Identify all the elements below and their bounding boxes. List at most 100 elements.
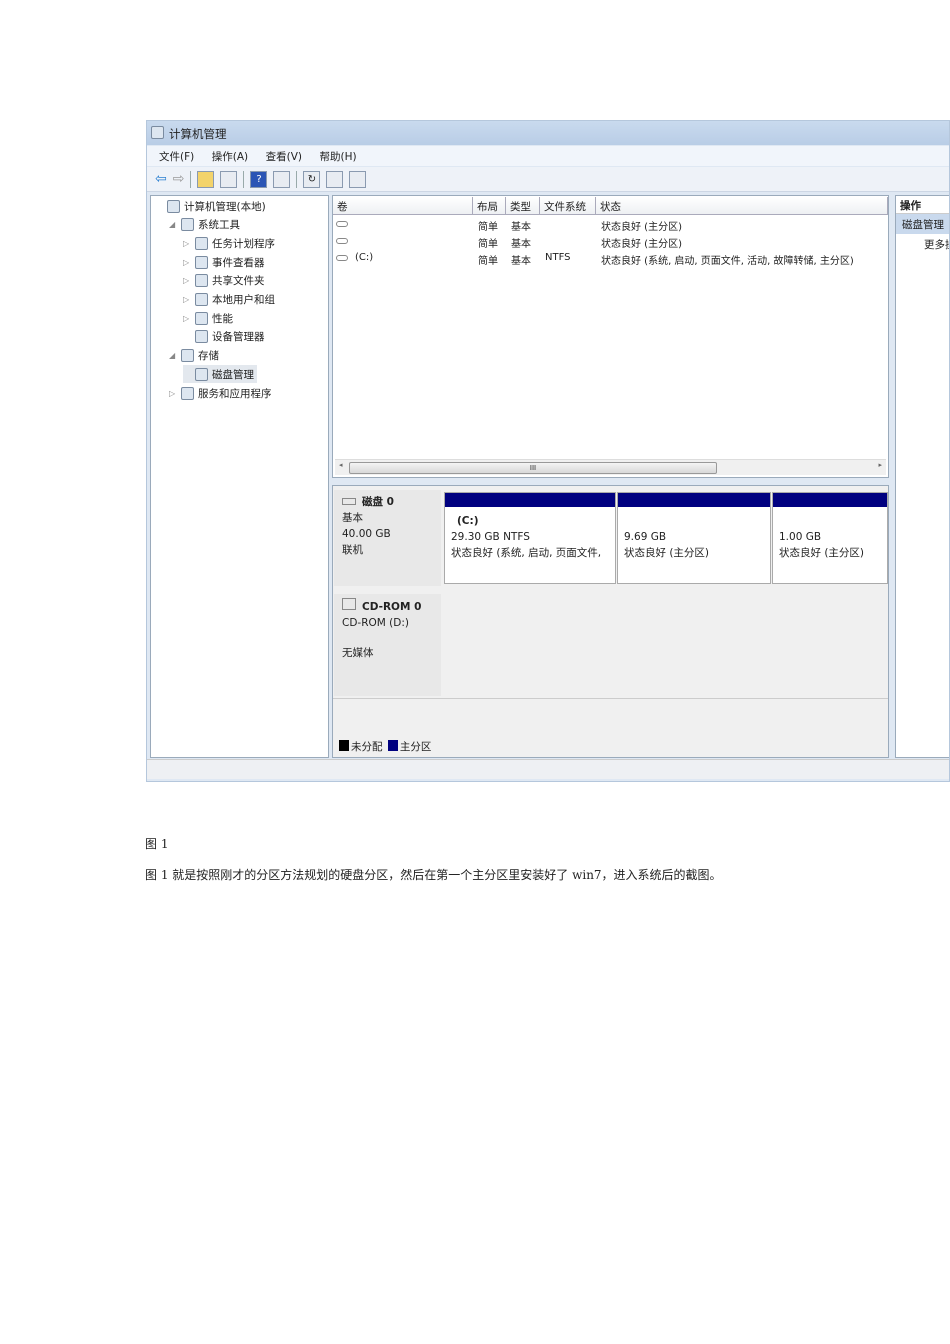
back-icon[interactable]: ⇦ bbox=[155, 171, 167, 191]
legend-unallocated: 未分配 bbox=[351, 741, 383, 753]
tree-item[interactable]: ▷ 任务计划程序 bbox=[183, 234, 275, 252]
layout: 简单 bbox=[478, 239, 498, 250]
primary-partition-bar bbox=[445, 493, 615, 507]
menu-bar: 文件(F) 操作(A) 查看(V) 帮助(H) bbox=[147, 146, 949, 166]
expand-arrow-icon[interactable]: ▷ bbox=[183, 314, 191, 323]
tree-item-label: 服务和应用程序 bbox=[198, 387, 272, 400]
menu-help[interactable]: 帮助(H) bbox=[320, 151, 357, 163]
menu-action[interactable]: 操作(A) bbox=[212, 151, 248, 163]
menu-view[interactable]: 查看(V) bbox=[266, 151, 302, 163]
tree-item-label: 事件查看器 bbox=[212, 256, 265, 269]
status: 状态良好 (主分区) bbox=[601, 239, 682, 250]
tree-item[interactable]: ▷ 性能 bbox=[183, 309, 233, 327]
tree-node-icon bbox=[195, 274, 208, 288]
tree-item[interactable]: ▷ 共享文件夹 bbox=[183, 272, 265, 290]
column-header-type[interactable]: 类型 bbox=[506, 197, 540, 215]
cdrom-name: CD-ROM 0 bbox=[362, 601, 422, 613]
column-header-volume[interactable]: 卷 bbox=[333, 197, 473, 215]
tree-node-icon bbox=[195, 293, 208, 306]
forward-icon[interactable]: ⇨ bbox=[173, 171, 185, 191]
tree-item-label: 磁盘管理 bbox=[212, 368, 254, 381]
figure-caption: 图 1 bbox=[145, 837, 169, 851]
actions-title: 操作 bbox=[896, 196, 949, 214]
navigation-tree: 计算机管理(本地) ◢ 系统工具 ▷ 任务计划程序 ▷ 事件查看器 ▷ 共享文件夹 ▷ 本地用户和组… bbox=[150, 195, 329, 758]
help-icon[interactable]: ? bbox=[250, 171, 268, 188]
partition-status: 状态良好 (主分区) bbox=[624, 547, 710, 559]
show-action-pane-icon[interactable] bbox=[273, 171, 291, 188]
tree-node-icon bbox=[181, 218, 194, 232]
column-header-filesystem[interactable]: 文件系统 bbox=[540, 197, 596, 215]
tree-item[interactable]: ▷ 服务和应用程序 bbox=[169, 384, 272, 402]
computer-management-window: 计算机管理 文件(F) 操作(A) 查看(V) 帮助(H) ⇦ ⇨ ? ↻ 计算… bbox=[146, 120, 950, 782]
tree-item-label: 本地用户和组 bbox=[212, 294, 275, 306]
volume-list: 卷 布局 类型 文件系统 状态 简单 基本 状态良好 (主分区) 简单 基本 状态良好 (… bbox=[332, 195, 889, 478]
partition-size: 9.69 GB bbox=[624, 531, 667, 543]
tree-item[interactable]: ▷ 本地用户和组 bbox=[183, 291, 275, 309]
partition-2[interactable]: 9.69 GB 状态良好 (主分区) bbox=[617, 492, 771, 584]
partition-c[interactable]: (C:) 29.30 GB NTFS 状态良好 (系统, 启动, 页面文件, bbox=[444, 492, 616, 584]
scroll-right-icon[interactable]: ▸ bbox=[878, 461, 882, 469]
expand-arrow-icon[interactable]: ▷ bbox=[169, 389, 177, 398]
expand-arrow-icon[interactable]: ◢ bbox=[169, 351, 177, 360]
tree-item[interactable]: ◢ 存储 bbox=[169, 347, 219, 365]
scroll-left-icon[interactable]: ◂ bbox=[339, 461, 343, 469]
volume-icon bbox=[336, 255, 348, 261]
tree-node-icon bbox=[195, 255, 208, 269]
disk-state: 联机 bbox=[342, 544, 363, 556]
column-header-status[interactable]: 状态 bbox=[596, 197, 888, 215]
expand-arrow-icon[interactable]: ▷ bbox=[183, 276, 191, 285]
menu-file[interactable]: 文件(F) bbox=[159, 151, 194, 163]
layout: 简单 bbox=[478, 222, 498, 233]
separator bbox=[296, 171, 298, 188]
tree-item[interactable]: ▷ 事件查看器 bbox=[183, 253, 265, 271]
tree-item[interactable]: 计算机管理(本地) bbox=[155, 197, 266, 215]
window-title: 计算机管理 bbox=[169, 127, 227, 141]
actions-pane: 操作 磁盘管理 更多操 bbox=[895, 195, 949, 758]
expand-arrow-icon[interactable]: ◢ bbox=[169, 220, 177, 229]
tree-item-label: 设备管理器 bbox=[212, 331, 265, 344]
volume-icon bbox=[336, 238, 348, 244]
disk-graphical-view: 磁盘 0 基本 40.00 GB 联机 (C:) 29.30 GB NTFS 状态良… bbox=[332, 485, 889, 758]
legend-primary: 主分区 bbox=[399, 741, 432, 753]
tree-item[interactable]: 磁盘管理 bbox=[183, 365, 257, 384]
cdrom-0-label[interactable]: CD-ROM 0 CD-ROM (D:) 无媒体 bbox=[334, 594, 441, 696]
volume-icon bbox=[336, 221, 348, 227]
volume-name: (C:) bbox=[355, 252, 374, 263]
tree-node-icon bbox=[167, 199, 180, 213]
tree-item-label: 共享文件夹 bbox=[212, 275, 265, 288]
expand-arrow-icon[interactable]: ▷ bbox=[183, 258, 191, 267]
show-hide-tree-icon[interactable] bbox=[220, 171, 238, 188]
status: 状态良好 (主分区) bbox=[601, 222, 682, 233]
rescan-disk-icon[interactable] bbox=[349, 171, 367, 188]
actions-section-disk-management[interactable]: 磁盘管理 bbox=[896, 214, 949, 234]
partition-status: 状态良好 (主分区) bbox=[779, 547, 865, 559]
disk-size: 40.00 GB bbox=[342, 528, 391, 540]
disk-0-label[interactable]: 磁盘 0 基本 40.00 GB 联机 bbox=[334, 490, 441, 586]
tree-node-icon bbox=[195, 236, 208, 250]
legend-swatch-primary bbox=[387, 740, 398, 751]
tree-node-icon bbox=[195, 330, 208, 344]
type: 基本 bbox=[511, 222, 531, 233]
cdrom-media: 无媒体 bbox=[342, 647, 374, 659]
more-actions-link[interactable]: 更多操 bbox=[896, 234, 949, 252]
partition-size: 29.30 GB NTFS bbox=[451, 531, 530, 543]
expand-arrow-icon[interactable]: ▷ bbox=[183, 295, 191, 304]
partition-size: 1.00 GB bbox=[779, 531, 822, 543]
divider bbox=[333, 698, 888, 699]
partition-3[interactable]: 1.00 GB 状态良好 (主分区) bbox=[772, 492, 888, 584]
legend-swatch-unallocated bbox=[339, 740, 349, 751]
properties-icon[interactable] bbox=[326, 171, 344, 188]
tree-item[interactable]: ◢ 系统工具 bbox=[169, 216, 240, 234]
horizontal-scrollbar[interactable]: ◂ III ▸ bbox=[335, 459, 886, 475]
scrollbar-thumb[interactable]: III bbox=[349, 462, 717, 474]
tree-item-label: 计算机管理(本地) bbox=[184, 200, 266, 213]
expand-arrow-icon[interactable]: ▷ bbox=[183, 239, 191, 248]
type: 基本 bbox=[511, 256, 531, 267]
up-folder-icon[interactable] bbox=[197, 171, 215, 188]
tree-item-label: 性能 bbox=[212, 312, 233, 325]
tree-item[interactable]: 设备管理器 bbox=[183, 328, 265, 346]
tree-item-label: 任务计划程序 bbox=[212, 237, 275, 250]
refresh-icon[interactable]: ↻ bbox=[303, 171, 321, 188]
column-header-layout[interactable]: 布局 bbox=[473, 197, 506, 215]
type: 基本 bbox=[511, 239, 531, 250]
